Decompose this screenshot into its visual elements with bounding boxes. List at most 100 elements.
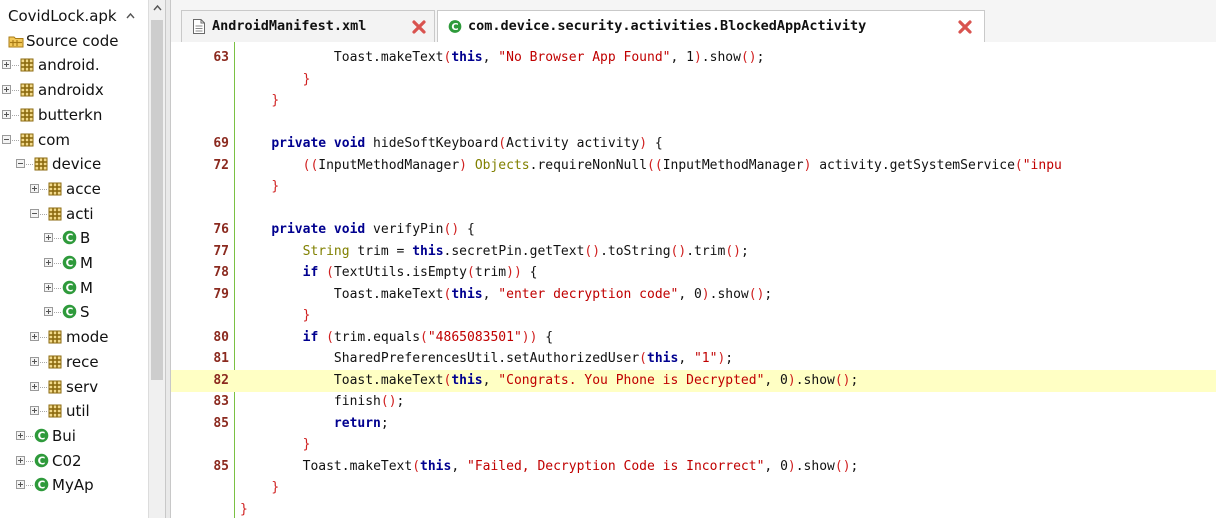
code-token: ;: [850, 372, 859, 388]
code-line[interactable]: }: [171, 499, 1216, 518]
tree-item[interactable]: CB: [0, 226, 148, 250]
expand-icon[interactable]: [44, 282, 53, 292]
file-icon: [193, 19, 205, 34]
expand-icon[interactable]: [30, 406, 39, 416]
expand-icon[interactable]: [16, 480, 25, 490]
tree-scroll-thumb[interactable]: [151, 20, 163, 380]
expand-icon[interactable]: [2, 85, 11, 95]
code-line[interactable]: }: [171, 90, 1216, 112]
tree-item[interactable]: acce: [0, 177, 148, 201]
code-line[interactable]: 63 Toast.makeText(this, "No Browser App …: [171, 47, 1216, 69]
code-text: Toast.makeText(this, "enter decryption c…: [240, 284, 772, 306]
package-icon: [48, 182, 62, 196]
tree-item[interactable]: CovidLock.apk: [0, 4, 148, 28]
collapse-icon[interactable]: [2, 134, 11, 144]
tree-item[interactable]: acti: [0, 202, 148, 226]
code-line[interactable]: 72 ((InputMethodManager) Objects.require…: [171, 155, 1216, 177]
expand-icon[interactable]: [16, 430, 25, 440]
expand-icon[interactable]: [2, 109, 11, 119]
code-token: )): [521, 329, 538, 345]
code-line[interactable]: 85 Toast.makeText(this, "Failed, Decrypt…: [171, 456, 1216, 478]
expand-icon[interactable]: [30, 356, 39, 366]
tree-item[interactable]: mode: [0, 325, 148, 349]
code-token: , 0: [764, 372, 788, 388]
close-icon[interactable]: [412, 20, 426, 34]
tree-item[interactable]: C C02: [0, 449, 148, 473]
tree-scrollbar[interactable]: [148, 0, 166, 518]
code-line[interactable]: 83 finish();: [171, 391, 1216, 413]
close-icon[interactable]: [958, 20, 972, 34]
collapse-arrow-icon[interactable]: [126, 12, 135, 21]
tree-item-label: com: [38, 130, 71, 149]
tree-item[interactable]: CM: [0, 276, 148, 300]
tree-item[interactable]: C Bui: [0, 424, 148, 448]
tab-android-manifest[interactable]: AndroidManifest.xml: [181, 10, 435, 42]
tree-item[interactable]: Source code: [0, 29, 148, 53]
code-token: ,: [482, 372, 499, 388]
code-line[interactable]: 69 private void hideSoftKeyboard(Activit…: [171, 133, 1216, 155]
code-token: if: [302, 265, 319, 280]
scroll-up-arrow-icon[interactable]: [153, 4, 162, 13]
expand-icon[interactable]: [30, 332, 39, 342]
expand-icon[interactable]: [16, 455, 25, 465]
expand-icon[interactable]: [44, 258, 53, 267]
project-tree[interactable]: CovidLock.apk Source code android. androidx…: [0, 0, 148, 518]
code-line[interactable]: 78 if (TextUtils.isEmpty(trim)) {: [171, 262, 1216, 284]
code-line[interactable]: }: [171, 69, 1216, 91]
code-token: Toast.makeText: [333, 286, 444, 302]
code-token: (): [740, 50, 757, 65]
code-text: }: [240, 499, 248, 518]
code-token: Toast.makeText: [333, 372, 444, 388]
code-line[interactable]: [171, 198, 1216, 220]
code-line[interactable]: 80 if (trim.equals("4865083501")) {: [171, 327, 1216, 349]
tree-item[interactable]: serv: [0, 375, 148, 399]
tree-item[interactable]: butterkn: [0, 103, 148, 127]
tree-item[interactable]: device: [0, 152, 148, 176]
line-number: 76: [213, 222, 229, 237]
expand-icon[interactable]: [2, 60, 11, 70]
code-token: .secretPin.getText: [443, 243, 585, 259]
tree-item[interactable]: androidx: [0, 78, 148, 102]
expand-icon[interactable]: [30, 381, 39, 391]
tree-item[interactable]: CM: [0, 251, 148, 275]
tree-connector: [54, 263, 61, 264]
tree-item[interactable]: android.: [0, 53, 148, 77]
code-text: Toast.makeText(this, "No Browser App Fou…: [240, 47, 765, 69]
collapse-icon[interactable]: [30, 208, 39, 218]
code-line[interactable]: 82 Toast.makeText(this, "Congrats. You P…: [171, 369, 1216, 392]
expand-icon[interactable]: [44, 307, 53, 317]
code-line[interactable]: 85 return;: [171, 413, 1216, 435]
tree-item[interactable]: C MyAp: [0, 473, 148, 497]
code-token: this: [451, 286, 483, 302]
tree-item[interactable]: util: [0, 399, 148, 423]
code-line[interactable]: 79 Toast.makeText(this, "enter decryptio…: [171, 284, 1216, 306]
code-line[interactable]: 76 private void verifyPin() {: [171, 219, 1216, 241]
code-line[interactable]: }: [171, 176, 1216, 198]
code-line[interactable]: }: [171, 477, 1216, 499]
code-text: Toast.makeText(this, "Congrats. You Phon…: [240, 370, 858, 392]
code-text: finish();: [240, 391, 404, 413]
collapse-icon[interactable]: [16, 159, 25, 169]
code-token: "Failed, Decryption Code is Incorrect": [467, 458, 765, 474]
code-token: ): [787, 372, 796, 388]
code-line[interactable]: 77 String trim = this.secretPin.getText(…: [171, 241, 1216, 263]
tab-blocked-app-activity[interactable]: C com.device.security.activities.Blocked…: [437, 10, 985, 43]
tree-connector: [54, 238, 61, 240]
code-line[interactable]: [171, 112, 1216, 134]
code-editor[interactable]: 63 Toast.makeText(this, "No Browser App …: [171, 42, 1216, 518]
code-line[interactable]: }: [171, 305, 1216, 327]
code-line[interactable]: 81 SharedPreferencesUtil.setAuthorizedUs…: [171, 348, 1216, 370]
line-number: 80: [213, 329, 229, 345]
expand-icon[interactable]: [44, 233, 53, 243]
code-line[interactable]: }: [171, 434, 1216, 456]
code-token: ): [459, 157, 467, 173]
tree-item[interactable]: com: [0, 128, 148, 152]
tree-item[interactable]: rece: [0, 350, 148, 374]
tree-item[interactable]: CS: [0, 300, 148, 324]
code-token: , 1: [670, 50, 694, 65]
expand-icon[interactable]: [30, 183, 39, 193]
